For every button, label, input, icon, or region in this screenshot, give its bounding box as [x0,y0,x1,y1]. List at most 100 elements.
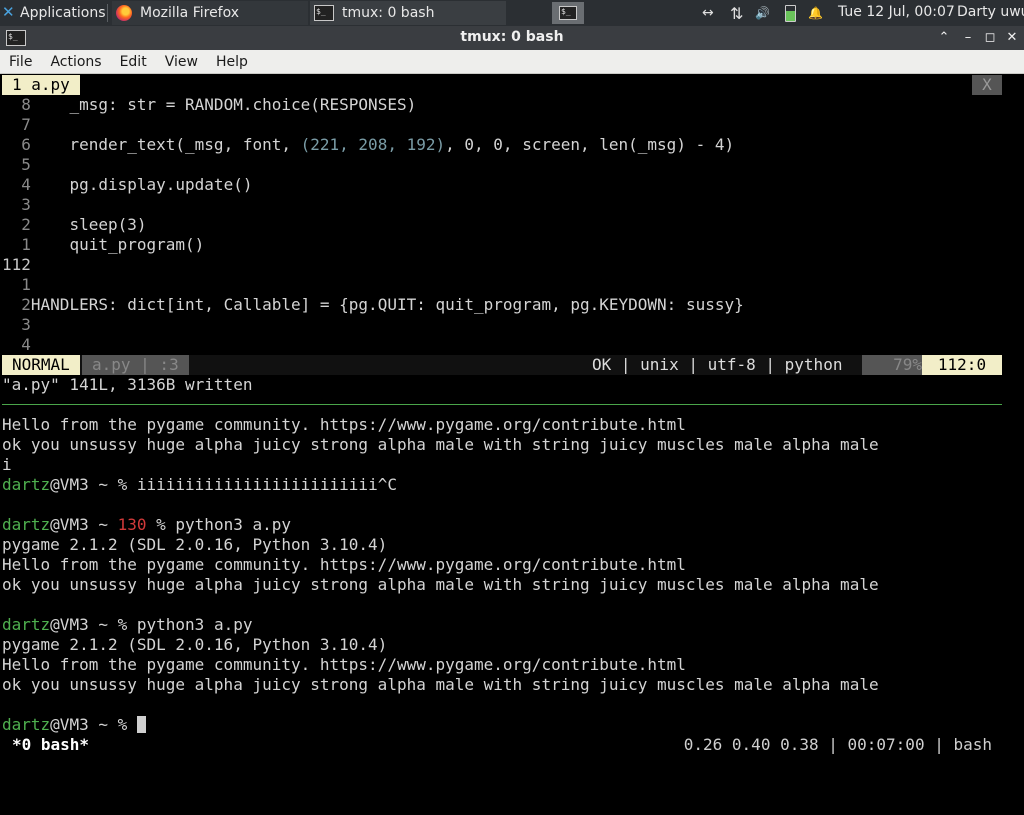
terminal-area[interactable]: 1 a.py X 8 _msg: str = RANDOM.choice(RES… [2,75,1022,768]
vim-message-line: "a.py" 141L, 3136B written [2,375,253,394]
code-line-current: 112 [2,255,31,275]
updown-icon[interactable]: ⇅ [730,0,743,26]
tmux-status-right: 0.26 0.40 0.38 | 00:07:00 | bash [683,735,992,754]
updown-glyph: ⇅ [730,3,744,23]
taskbar-firefox[interactable]: Mozilla Firefox [112,1,308,25]
code-line: 2 sleep(3) [2,215,147,235]
prompt-symbol: % [117,475,137,494]
menu-help[interactable]: Help [207,54,257,70]
prompt-symbol: % [117,615,137,634]
taskbar-tmux-label: tmux: 0 bash [342,5,435,21]
prompt-user: dartz [2,515,51,534]
battery-icon[interactable] [785,0,796,26]
shell-output-line: pygame 2.1.2 (SDL 2.0.16, Python 3.10.4) [2,635,388,654]
shell-prompt-line: dartz@VM3 ~ 130 % python3 a.py [2,515,291,535]
workspace-switcher[interactable]: $_ [552,2,584,24]
applications-label: Applications [20,5,106,21]
line-number: 1 [2,235,31,254]
applications-menu[interactable]: Applications [0,0,106,26]
vim-status-percent: 79% [862,355,922,375]
line-number: 4 [2,335,31,354]
xfce-logo-icon [2,3,16,21]
window-maximize-button[interactable]: ◻ [980,28,1000,48]
prompt-host: @VM3 ~ [50,715,118,734]
user-menu[interactable]: Darty uwu [957,4,1024,20]
prompt-exit-code: 130 [117,515,157,534]
prompt-command: iiiiiiiiiiiiiiiiiiiiiiiii^C [136,475,397,494]
shell-output-line: Hello from the pygame community. https:/… [2,655,686,674]
vim-status-info: OK | unix | utf-8 | python [592,355,843,374]
line-number: 8 [2,95,31,114]
menu-edit[interactable]: Edit [111,54,156,70]
notification-bell-icon[interactable]: 🔔 [808,0,823,26]
window-titlebar[interactable]: $_ tmux: 0 bash ⌃ – ◻ ✕ [0,26,1024,50]
menu-actions[interactable]: Actions [41,54,110,70]
menu-view[interactable]: View [156,54,207,70]
volume-glyph: 🔊 [755,6,770,20]
top-panel: Applications Mozilla Firefox $_ tmux: 0 … [0,0,1024,26]
network-icon[interactable]: ↔ [702,0,714,26]
vim-tab-active[interactable]: 1 a.py [2,75,80,95]
window-up-icon[interactable]: ⌃ [934,28,954,48]
shell-output-line: i [2,455,12,474]
shell-prompt-line: dartz@VM3 ~ % iiiiiiiiiiiiiiiiiiiiiiiii^… [2,475,397,495]
line-number: 2 [2,295,31,314]
menu-file[interactable]: File [0,54,41,70]
shell-output-line: ok you unsussy huge alpha juicy strong a… [2,675,879,694]
vim-status-file: a.py | :3 [82,355,189,375]
prompt-host: @VM3 ~ [50,615,118,634]
menu-bar: File Actions Edit View Help [0,50,1024,74]
tmux-window-tab[interactable]: *0 bash* [12,735,89,755]
taskbar-tmux[interactable]: $_ tmux: 0 bash [310,1,506,25]
shell-prompt-line: dartz@VM3 ~ % python3 a.py [2,615,252,635]
code-line: 3 [2,315,31,335]
code-text: , 0, 0, screen, len(_msg) - 4) [445,135,735,154]
shell-output-line: ok you unsussy huge alpha juicy strong a… [2,435,879,454]
vim-tab-close-button[interactable]: X [972,75,1002,95]
line-number: 5 [2,155,31,174]
shell-output-line: Hello from the pygame community. https:/… [2,415,686,434]
workspace-terminal-icon: $_ [559,6,577,20]
battery-level [785,4,796,22]
line-number: 4 [2,175,31,194]
line-number: 3 [2,195,31,214]
line-number-current: 112 [2,255,31,274]
volume-icon[interactable]: 🔊 [755,0,770,26]
window-minimize-button[interactable]: – [958,28,978,48]
prompt-symbol: % [117,715,137,734]
vim-status-position: 112:0 [922,355,1002,375]
code-line: 1 quit_program() [2,235,204,255]
code-line: 4 pg.display.update() [2,175,252,195]
prompt-user: dartz [2,475,51,494]
shell-output-line: pygame 2.1.2 (SDL 2.0.16, Python 3.10.4) [2,535,388,554]
line-number: 7 [2,115,31,134]
prompt-host: @VM3 ~ [50,475,118,494]
taskbar-firefox-label: Mozilla Firefox [140,5,240,21]
line-number: 6 [2,135,31,154]
vim-tabline: 1 a.py X [2,75,1002,95]
window-title: tmux: 0 bash [460,29,564,45]
terminal-icon: $_ [314,5,334,21]
code-number-literal: (221, 208, 192) [300,135,446,154]
prompt-command: python3 a.py [175,515,291,534]
code-text: quit_program() [30,235,205,254]
code-text: render_text(_msg, font, [30,135,301,154]
line-number: 1 [2,275,31,294]
prompt-symbol: % [156,515,176,534]
network-glyph: ↔ [702,5,714,21]
code-line: 3 [2,195,31,215]
code-line: 1 [2,275,31,295]
code-text: sleep(3) [30,215,147,234]
shell-prompt-line-active[interactable]: dartz@VM3 ~ % [2,715,146,735]
code-line: 8 _msg: str = RANDOM.choice(RESPONSES) [2,95,416,115]
prompt-user: dartz [2,715,51,734]
vim-mode: NORMAL [2,355,80,375]
panel-separator [107,4,108,22]
line-number: 3 [2,315,31,334]
window-close-button[interactable]: ✕ [1002,28,1022,48]
clock[interactable]: Tue 12 Jul, 00:07 [838,4,955,20]
tmux-pane-divider[interactable] [2,404,1002,405]
code-line: 6 render_text(_msg, font, (221, 208, 192… [2,135,734,155]
prompt-user: dartz [2,615,51,634]
prompt-host: @VM3 ~ [50,515,118,534]
